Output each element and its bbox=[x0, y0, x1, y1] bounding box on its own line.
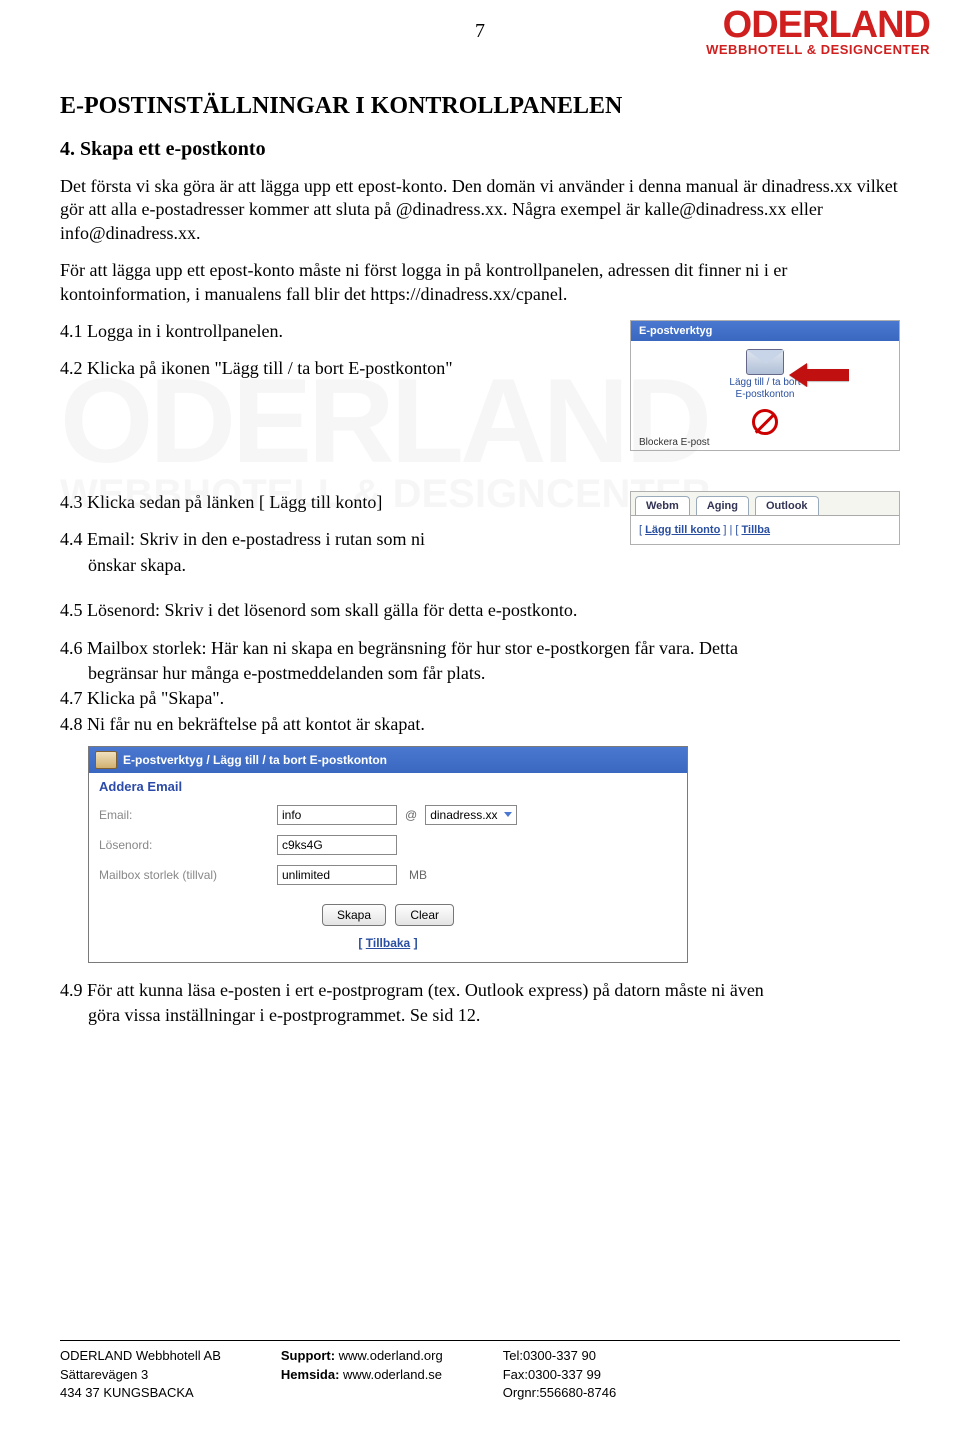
step-4-3: 4.3 Klicka sedan på länken [ Lägg till k… bbox=[60, 491, 612, 514]
label-password: Lösenord: bbox=[99, 838, 269, 852]
at-symbol: @ bbox=[405, 808, 417, 822]
footer-tel: Tel:0300-337 90 bbox=[503, 1347, 616, 1365]
back-link-cut[interactable]: Tillba bbox=[742, 524, 771, 536]
mailbox-size-input[interactable]: unlimited bbox=[277, 865, 397, 885]
blocked-circle-icon bbox=[752, 409, 778, 435]
footer-company: ODERLAND Webbhotell AB bbox=[60, 1347, 221, 1365]
step-4-6b: begränsar hur många e-postmeddelanden so… bbox=[60, 662, 900, 685]
footer-col-links: Support: www.oderland.org Hemsida: www.o… bbox=[281, 1347, 443, 1402]
tab-row: Webm Aging Outlook bbox=[631, 492, 899, 516]
panel-titlebar: E-postverktyg bbox=[631, 321, 899, 341]
footer-orgnr: Orgnr:556680-8746 bbox=[503, 1384, 616, 1402]
label-email: Email: bbox=[99, 808, 269, 822]
tab-webmail[interactable]: Webm bbox=[635, 496, 690, 515]
step-4-9b: göra vissa inställningar i e-postprogram… bbox=[60, 1004, 900, 1027]
brand-logo: ODERLAND WEBBHOTELL & DESIGNCENTER bbox=[706, 8, 930, 57]
back-link-row: [ Tillbaka ] bbox=[89, 932, 687, 962]
step-4-7: 4.7 Klicka på "Skapa". bbox=[60, 687, 900, 710]
form-titlebar: E-postverktyg / Lägg till / ta bort E-po… bbox=[89, 747, 687, 773]
screenshot-epostverktyg: E-postverktyg Lägg till / ta bort E-post… bbox=[630, 320, 900, 451]
form-title: E-postverktyg / Lägg till / ta bort E-po… bbox=[123, 753, 387, 767]
screenshot-add-email-form: E-postverktyg / Lägg till / ta bort E-po… bbox=[88, 746, 688, 963]
footer-street: Sättarevägen 3 bbox=[60, 1366, 221, 1384]
footer-col-address: ODERLAND Webbhotell AB Sättarevägen 3 43… bbox=[60, 1347, 221, 1402]
tab-outlook[interactable]: Outlook bbox=[755, 496, 819, 515]
footer-site-url: www.oderland.se bbox=[343, 1367, 442, 1382]
envelope-icon bbox=[746, 349, 784, 375]
step-4-4: 4.4 Email: Skriv in den e-postadress i r… bbox=[60, 528, 612, 551]
cutoff-label: Blockera E-post bbox=[631, 437, 899, 450]
link-row: [ Lägg till konto ] | [ Tillba bbox=[631, 516, 899, 544]
create-button[interactable]: Skapa bbox=[322, 904, 386, 926]
step-4-5: 4.5 Lösenord: Skriv i det lösenord som s… bbox=[60, 599, 900, 622]
step-4-4b: önskar skapa. bbox=[60, 554, 612, 577]
domain-select[interactable]: dinadress.xx bbox=[425, 805, 516, 825]
paragraph-intro-2: För att lägga upp ett epost-konto måste … bbox=[60, 259, 900, 306]
label-mailbox: Mailbox storlek (tillval) bbox=[99, 868, 269, 882]
back-link[interactable]: Tillbaka bbox=[366, 936, 410, 950]
step-4-2: 4.2 Klicka på ikonen "Lägg till / ta bor… bbox=[60, 357, 612, 380]
footer-fax: Fax:0300-337 99 bbox=[503, 1366, 616, 1384]
password-input[interactable]: c9ks4G bbox=[277, 835, 397, 855]
step-4-8: 4.8 Ni får nu en bekräftelse på att kont… bbox=[60, 713, 900, 736]
step-4-1: 4.1 Logga in i kontrollpanelen. bbox=[60, 320, 612, 343]
red-arrow-icon bbox=[789, 363, 849, 387]
step-4-6: 4.6 Mailbox storlek: Här kan ni skapa en… bbox=[60, 637, 900, 660]
paragraph-intro-1: Det första vi ska göra är att lägga upp … bbox=[60, 175, 900, 245]
subsection-title: 4. Skapa ett e-postkonto bbox=[60, 138, 900, 161]
envelope-icon bbox=[95, 751, 117, 769]
email-input[interactable]: info bbox=[277, 805, 397, 825]
section-title: E-POSTINSTÄLLNINGAR I KONTROLLPANELEN bbox=[60, 93, 900, 120]
page-footer: ODERLAND Webbhotell AB Sättarevägen 3 43… bbox=[60, 1340, 900, 1402]
unit-label: MB bbox=[409, 868, 427, 882]
tab-aging[interactable]: Aging bbox=[696, 496, 749, 515]
clear-button[interactable]: Clear bbox=[395, 904, 454, 926]
form-subtitle: Addera Email bbox=[89, 773, 687, 800]
icon-label-line2: E-postkonton bbox=[729, 389, 800, 401]
brand-logo-name: ODERLAND bbox=[706, 8, 930, 42]
step-4-9: 4.9 För att kunna läsa e-posten i ert e-… bbox=[60, 979, 900, 1002]
footer-city: 434 37 KUNGSBACKA bbox=[60, 1384, 221, 1402]
block-email-icon[interactable] bbox=[752, 403, 778, 435]
brand-logo-tagline: WEBBHOTELL & DESIGNCENTER bbox=[706, 42, 930, 57]
footer-col-contact: Tel:0300-337 90 Fax:0300-337 99 Orgnr:55… bbox=[503, 1347, 616, 1402]
panel-title: E-postverktyg bbox=[639, 325, 712, 337]
add-account-link[interactable]: Lägg till konto bbox=[645, 524, 720, 536]
footer-support-url: www.oderland.org bbox=[339, 1348, 443, 1363]
screenshot-tabs: Webm Aging Outlook [ Lägg till konto ] |… bbox=[630, 491, 900, 545]
